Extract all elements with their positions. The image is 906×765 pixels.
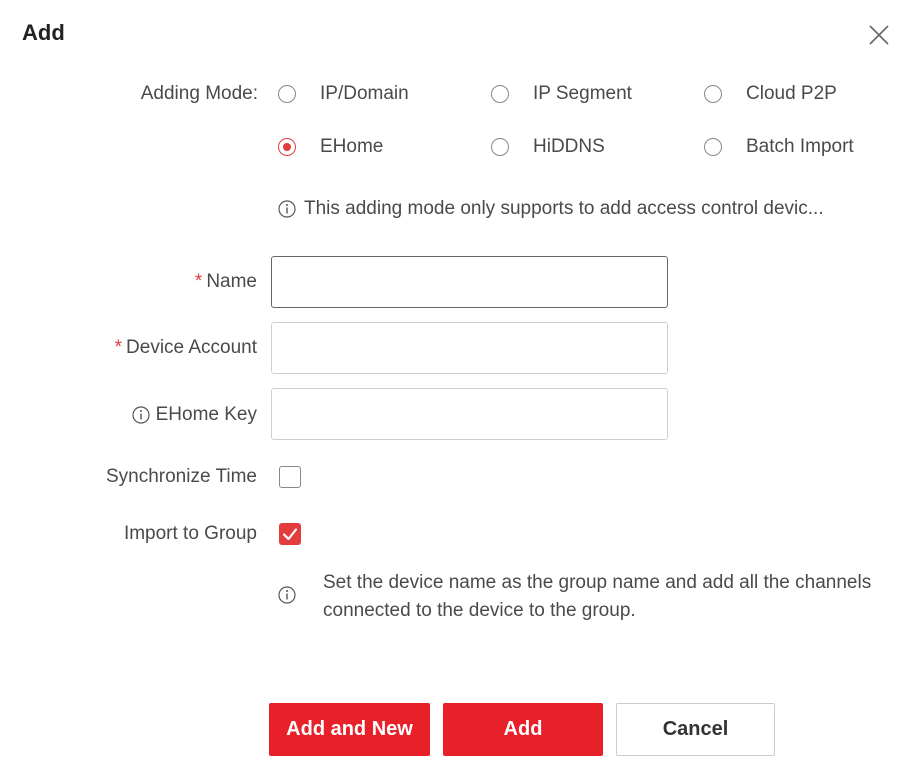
required-mark: * (114, 337, 123, 358)
add-and-new-button[interactable]: Add and New (269, 703, 430, 756)
add-device-dialog: Add Adding Mode: IP/Domain IP Segment Cl… (0, 0, 906, 765)
synchronize-time-checkbox[interactable] (279, 466, 301, 488)
ehome-key-label-text: EHome Key (155, 404, 257, 425)
radio-label: IP Segment (533, 83, 632, 104)
name-label: * Name (60, 271, 257, 293)
adding-mode-note: This adding mode only supports to add ac… (278, 198, 906, 220)
radio-hiddns[interactable]: HiDDNS (491, 133, 605, 161)
info-icon (278, 586, 296, 604)
radio-button-icon (278, 85, 296, 103)
add-button[interactable]: Add (443, 703, 603, 756)
radio-label: Batch Import (746, 136, 854, 157)
cancel-button[interactable]: Cancel (616, 703, 775, 756)
ehome-key-input[interactable] (271, 388, 668, 440)
device-account-input[interactable] (271, 322, 668, 374)
device-account-label-text: Device Account (126, 337, 257, 358)
radio-button-icon (491, 85, 509, 103)
ehome-key-label: EHome Key (60, 404, 257, 426)
radio-ip-segment[interactable]: IP Segment (491, 80, 632, 108)
synchronize-time-label: Synchronize Time (105, 466, 257, 487)
required-mark: * (194, 271, 203, 292)
radio-ip-domain[interactable]: IP/Domain (278, 80, 409, 108)
name-label-text: Name (206, 271, 257, 292)
device-account-label: * Device Account (60, 337, 257, 359)
close-icon[interactable] (866, 22, 892, 48)
checkmark-icon (282, 528, 298, 541)
import-to-group-checkbox[interactable] (279, 523, 301, 545)
group-note-text: Set the device name as the group name an… (323, 572, 872, 621)
adding-mode-label: Adding Mode: (140, 83, 258, 104)
import-to-group-label: Import to Group (123, 523, 257, 544)
radio-button-icon (704, 138, 722, 156)
radio-cloud-p2p[interactable]: Cloud P2P (704, 80, 837, 108)
radio-button-checked-icon (278, 138, 296, 156)
info-icon (278, 200, 296, 218)
dialog-title: Add (22, 20, 65, 45)
name-input[interactable] (271, 256, 668, 308)
radio-ehome[interactable]: EHome (278, 133, 383, 161)
radio-button-icon (491, 138, 509, 156)
adding-mode-note-text: This adding mode only supports to add ac… (304, 198, 824, 219)
radio-label: EHome (320, 136, 384, 157)
radio-label: HiDDNS (533, 136, 605, 157)
radio-label: IP/Domain (320, 83, 409, 104)
radio-label: Cloud P2P (746, 83, 837, 104)
info-icon (132, 406, 150, 424)
radio-batch-import[interactable]: Batch Import (704, 133, 854, 161)
radio-button-icon (704, 85, 722, 103)
